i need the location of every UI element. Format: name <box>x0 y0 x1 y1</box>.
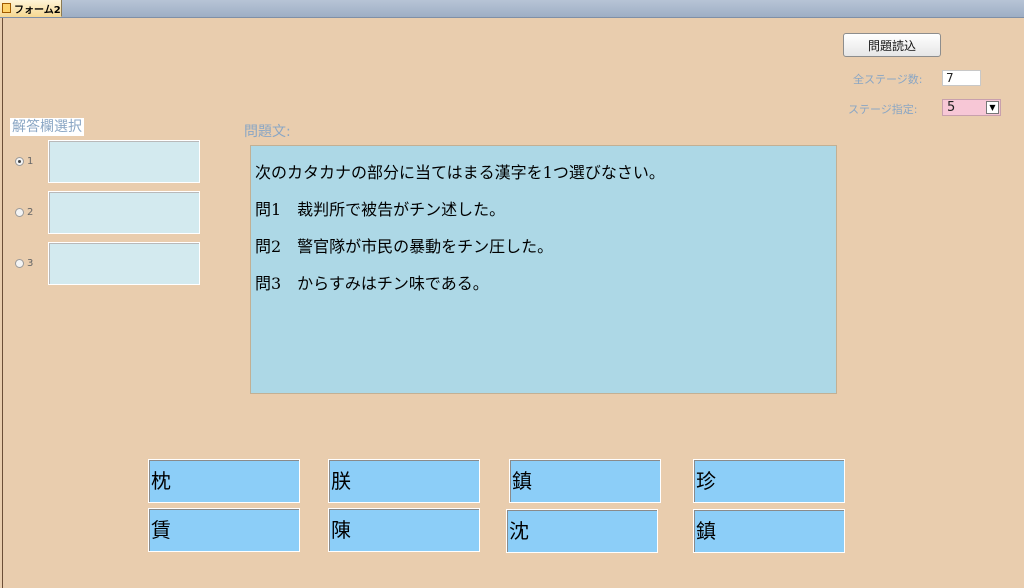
choice-button[interactable]: 沈 <box>506 509 658 553</box>
choice-button[interactable]: 鎮 <box>693 509 845 553</box>
question-instruction: 次のカタカナの部分に当てはまる漢字を1つ選びなさい。 <box>255 163 665 182</box>
answer-field-3[interactable] <box>48 242 200 285</box>
answer-radio-number: 2 <box>27 207 34 218</box>
total-stages-field[interactable]: 7 <box>942 70 981 86</box>
answer-select-label: 解答欄選択 <box>10 118 84 136</box>
load-question-button[interactable]: 問題読込 <box>843 33 941 57</box>
answer-radio-1[interactable]: 1 <box>15 156 33 167</box>
answer-radio-2[interactable]: 2 <box>15 207 33 218</box>
document-tab-bar: フォーム2 <box>0 0 1024 18</box>
stage-select-value: 5 <box>947 100 956 115</box>
choice-button[interactable]: 珍 <box>693 459 845 503</box>
question-line-2: 問2 警官隊が市民の暴動をチン圧した。 <box>255 237 554 256</box>
radio-icon[interactable] <box>15 157 24 166</box>
answer-field-1[interactable] <box>48 140 200 183</box>
question-line-3: 問3 からすみはチン味である。 <box>255 274 489 293</box>
choice-button[interactable]: 朕 <box>328 459 480 503</box>
stage-select-label: ステージ指定: <box>848 103 918 116</box>
total-stages-label: 全ステージ数: <box>853 73 923 86</box>
answer-radio-number: 1 <box>27 156 34 167</box>
question-text-box: 次のカタカナの部分に当てはまる漢字を1つ選びなさい。 問1 裁判所で被告がチン述… <box>250 145 837 394</box>
choice-button[interactable]: 賃 <box>148 508 300 552</box>
stage-select-dropdown[interactable]: 5 ▼ <box>942 99 1001 116</box>
chevron-down-icon[interactable]: ▼ <box>986 101 999 114</box>
choice-button[interactable]: 陳 <box>328 508 480 552</box>
answer-radio-3[interactable]: 3 <box>15 258 33 269</box>
question-line-1: 問1 裁判所で被告がチン述した。 <box>255 200 506 219</box>
form-tab[interactable]: フォーム2 <box>0 0 62 17</box>
form-tab-label: フォーム2 <box>14 4 61 16</box>
answer-radio-number: 3 <box>27 258 34 269</box>
form-icon <box>2 3 11 13</box>
form-left-border <box>2 18 3 588</box>
radio-icon[interactable] <box>15 259 24 268</box>
question-text-label: 問題文: <box>244 124 291 140</box>
radio-icon[interactable] <box>15 208 24 217</box>
answer-field-2[interactable] <box>48 191 200 234</box>
choice-button[interactable]: 鎮 <box>509 459 661 503</box>
choice-button[interactable]: 枕 <box>148 459 300 503</box>
